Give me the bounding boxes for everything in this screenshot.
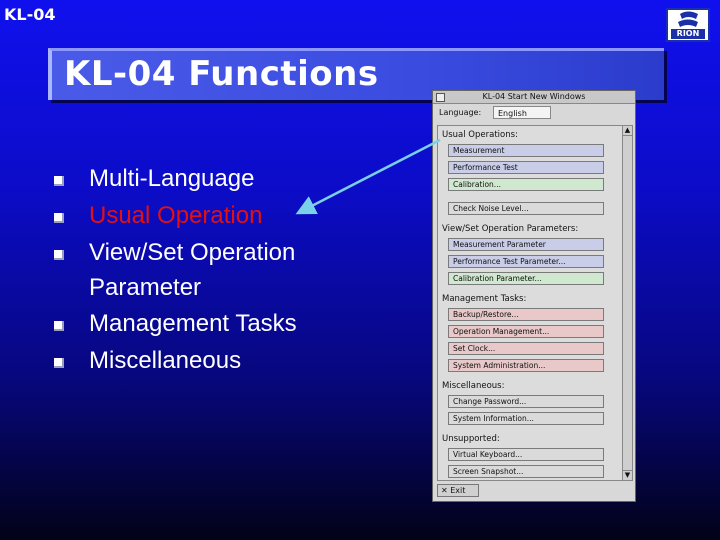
bullet-text: Usual Operation xyxy=(89,202,263,229)
bullet-item: Miscellaneous xyxy=(54,342,297,379)
corner-label: KL-04 xyxy=(4,5,56,24)
bullet-text: Miscellaneous xyxy=(89,347,242,374)
scroll-down-icon[interactable]: ▼ xyxy=(623,470,632,480)
app-window-screenshot: KL-04 Start New Windows Language: Englis… xyxy=(432,90,636,502)
exit-label: Exit xyxy=(450,486,466,495)
scroll-up-icon[interactable]: ▲ xyxy=(623,126,632,136)
section-heading: Usual Operations: xyxy=(442,130,518,140)
bullet-item: Management Tasks xyxy=(54,305,297,342)
section-heading: View/Set Operation Parameters: xyxy=(442,224,579,234)
bullet-square-icon xyxy=(54,321,64,331)
window-close-icon[interactable] xyxy=(436,93,445,102)
bullet-text: Management Tasks xyxy=(89,310,297,337)
app-option-button[interactable]: Virtual Keyboard... xyxy=(448,448,604,461)
app-option-button[interactable]: Measurement Parameter xyxy=(448,238,604,251)
bullet-square-icon xyxy=(54,358,64,368)
exit-button[interactable]: ✕ Exit xyxy=(437,484,479,497)
app-scroll-area[interactable]: ▲ ▼ Usual Operations: Measurement Performa… xyxy=(437,125,633,481)
app-option-button[interactable]: Change Password... xyxy=(448,395,604,408)
app-option-button[interactable]: System Information... xyxy=(448,412,604,425)
bullet-square-icon xyxy=(54,176,64,186)
app-option-button[interactable]: Calibration Parameter... xyxy=(448,272,604,285)
app-option-button[interactable]: Performance Test xyxy=(448,161,604,174)
app-option-button[interactable]: Check Noise Level... xyxy=(448,202,604,215)
bullet-square-icon xyxy=(54,213,64,223)
rion-logo: RION xyxy=(666,8,710,42)
bullet-text: View/Set Operation xyxy=(89,239,296,266)
vertical-scrollbar[interactable]: ▲ ▼ xyxy=(622,126,632,480)
language-label: Language: xyxy=(439,108,482,117)
bullet-list: Multi-Language Usual Operation View/Set … xyxy=(54,160,297,379)
app-option-button[interactable]: Set Clock... xyxy=(448,342,604,355)
bullet-text: Multi-Language xyxy=(89,165,255,192)
app-option-button[interactable]: Measurement xyxy=(448,144,604,157)
section-heading: Management Tasks: xyxy=(442,294,527,304)
app-option-button[interactable]: Backup/Restore... xyxy=(448,308,604,321)
app-option-button[interactable]: Operation Management... xyxy=(448,325,604,338)
slide-title: KL-04 Functions xyxy=(64,54,379,94)
bullet-item-highlighted: Usual Operation xyxy=(54,197,297,234)
bullet-square-icon xyxy=(54,250,64,260)
logo-text: RION xyxy=(671,29,705,39)
app-option-button[interactable]: Screen Snapshot... xyxy=(448,465,604,478)
app-titlebar: KL-04 Start New Windows xyxy=(433,91,635,104)
app-title: KL-04 Start New Windows xyxy=(482,92,586,101)
language-select[interactable]: English xyxy=(493,106,551,119)
bullet-item: Multi-Language xyxy=(54,160,297,197)
arrow-line xyxy=(295,138,441,215)
language-row: Language: English xyxy=(433,104,635,122)
bullet-item: View/Set Operation Parameter xyxy=(54,234,297,305)
section-heading: Miscellaneous: xyxy=(442,381,505,391)
app-option-button[interactable]: Calibration... xyxy=(448,178,604,191)
bullet-text-continuation: Parameter xyxy=(89,274,202,301)
app-option-button[interactable]: System Administration... xyxy=(448,359,604,372)
section-heading: Unsupported: xyxy=(442,434,500,444)
app-option-button[interactable]: Performance Test Parameter... xyxy=(448,255,604,268)
